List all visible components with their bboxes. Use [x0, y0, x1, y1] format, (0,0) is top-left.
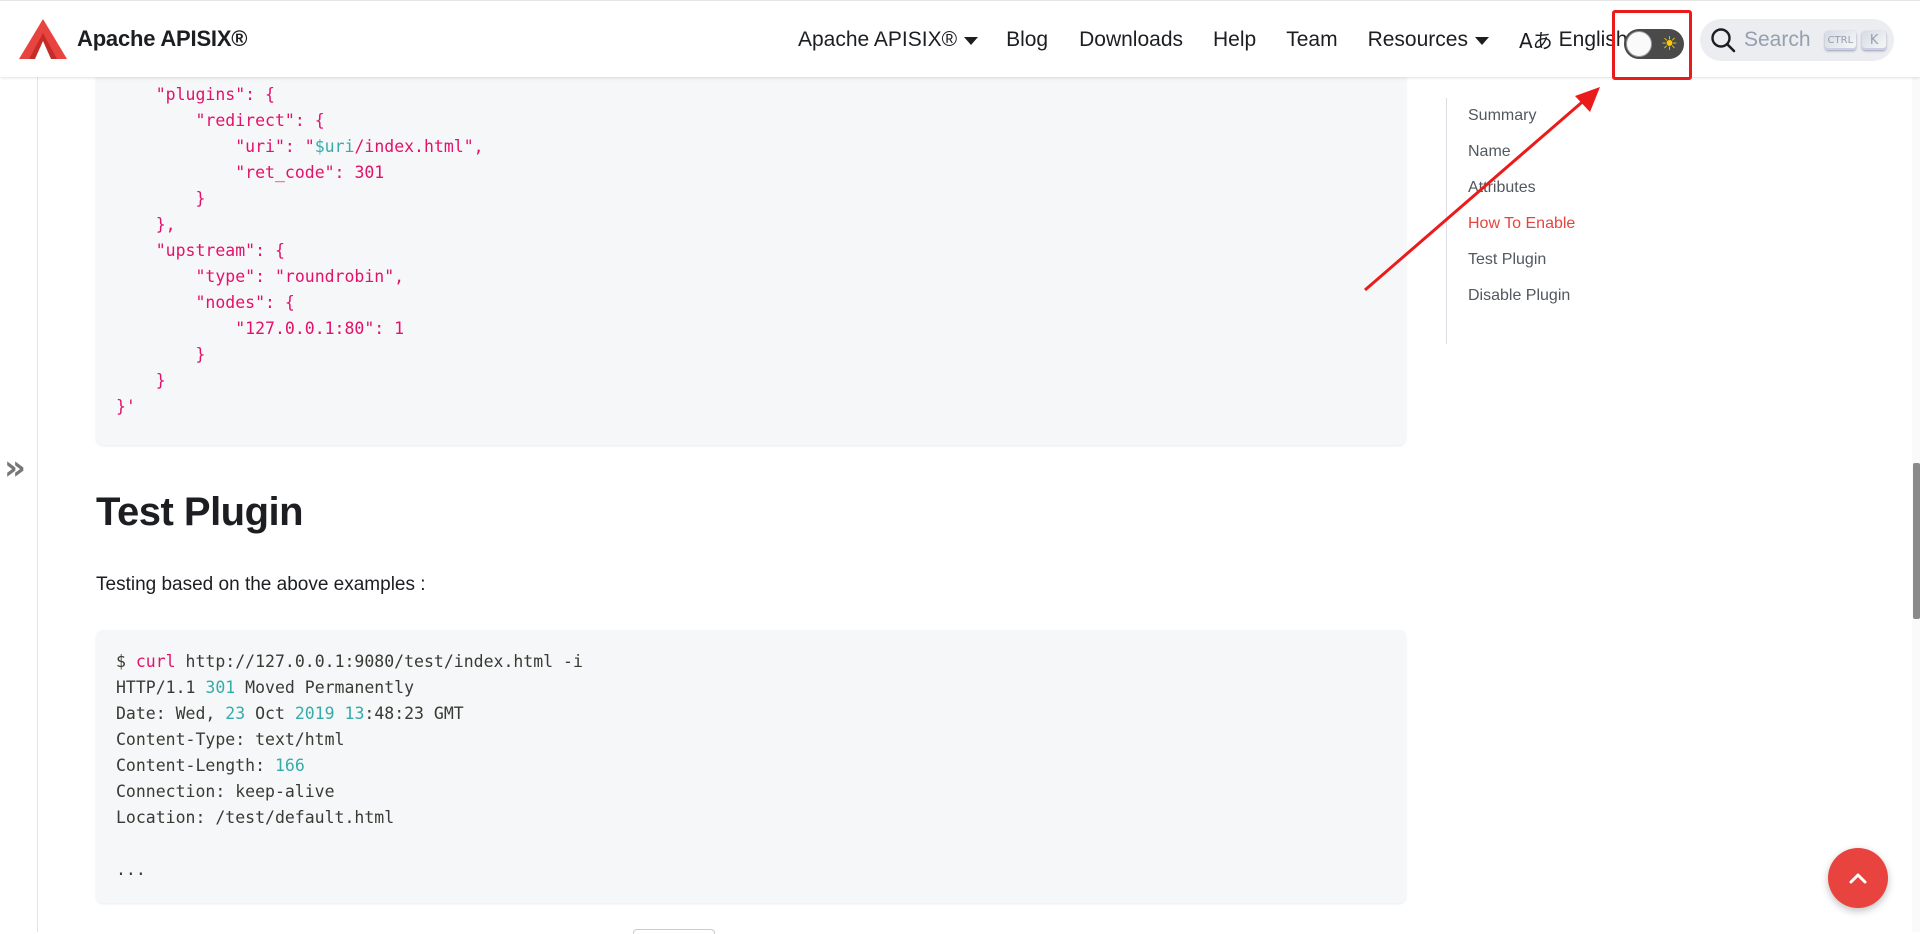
code-line: } [195, 189, 206, 208]
code-line: Connection: keep-alive [116, 782, 335, 801]
nav-item-downloads[interactable]: Downloads [1079, 28, 1183, 52]
code-line: "plugins": { [155, 85, 275, 104]
code-block-test-output: $ curl http://127.0.0.1:9080/test/index.… [96, 630, 1406, 903]
search-button[interactable]: Search CTRL K [1700, 19, 1894, 61]
apisix-logo-icon [19, 19, 67, 59]
nav-item-label: Team [1286, 27, 1338, 51]
navbar: Apache APISIX® Apache APISIX® Blog Downl… [0, 0, 1920, 80]
search-placeholder: Search [1744, 28, 1811, 51]
code-line: } [155, 371, 166, 390]
brand-link[interactable]: Apache APISIX® [19, 19, 248, 59]
code-line: "ret_code": 301 [235, 163, 385, 182]
code-block-route-config: "uri": "/test", "plugins": { "redirect":… [96, 56, 1406, 445]
code-line: "127.0.0.1:80": 1 [235, 319, 405, 338]
back-to-top-button[interactable] [1828, 848, 1888, 908]
code-line: }, [155, 215, 176, 234]
sun-icon: ☀ [1660, 33, 1678, 55]
code-line: HTTP/1.1 301 Moved Permanently [116, 678, 415, 697]
caret-down-icon [1474, 36, 1489, 45]
nav-item-help[interactable]: Help [1213, 28, 1256, 52]
double-chevron-right-icon[interactable]: » [4, 448, 26, 488]
sidebar-divider [37, 77, 38, 932]
code-line: ... [116, 860, 146, 879]
code-line: "nodes": { [195, 293, 295, 312]
code-line: Content-Type: text/html [116, 730, 345, 749]
toggle-knob [1626, 31, 1652, 57]
nav-item-label: Help [1213, 27, 1257, 51]
section-paragraph: Testing based on the above examples : [96, 574, 426, 595]
theme-toggle[interactable]: ☀ [1624, 29, 1684, 59]
scrollbar-thumb[interactable] [1913, 463, 1920, 619]
annotation-arrow [1364, 87, 1600, 292]
caret-down-icon [964, 36, 979, 45]
kbd-k: K [1862, 30, 1887, 50]
code-line: Date: Wed, 23 Oct 2019 13:48:23 GMT [116, 704, 464, 723]
nav-item-apisix[interactable]: Apache APISIX® [798, 27, 979, 52]
nav-item-label: Blog [1006, 27, 1049, 51]
code-line: }' [116, 397, 136, 416]
nav-item-label: Resources [1367, 27, 1468, 51]
code-line: Content-Length: 166 [116, 756, 305, 775]
code-line: Location: /test/default.html [116, 808, 395, 827]
code-line: } [195, 345, 206, 364]
nav-item-label: Apache APISIX® [798, 27, 958, 51]
nav-items: Apache APISIX® Blog Downloads Help Team … [798, 1, 1649, 78]
code-line: "redirect": { [195, 111, 325, 130]
nav-item-blog[interactable]: Blog [1006, 28, 1048, 52]
nav-item-resources[interactable]: Resources [1368, 28, 1489, 52]
code-line: "type": "roundrobin", [195, 267, 405, 286]
code-line: "upstream": { [155, 241, 285, 260]
code-line: "uri": "$uri/index.html", [235, 137, 484, 156]
translate-icon: Aあ [1518, 29, 1553, 53]
chevron-up-icon [1849, 873, 1867, 884]
section-heading: Test Plugin [96, 490, 304, 534]
brand-title: Apache APISIX® [77, 26, 248, 51]
search-icon [1711, 28, 1736, 53]
kbd-ctrl: CTRL [1824, 30, 1857, 50]
nav-item-team[interactable]: Team [1286, 28, 1337, 52]
annotation-highlight-box: ☀ [1612, 10, 1692, 80]
nav-item-label: Downloads [1079, 27, 1184, 51]
code-line: $ curl http://127.0.0.1:9080/test/index.… [116, 652, 583, 671]
